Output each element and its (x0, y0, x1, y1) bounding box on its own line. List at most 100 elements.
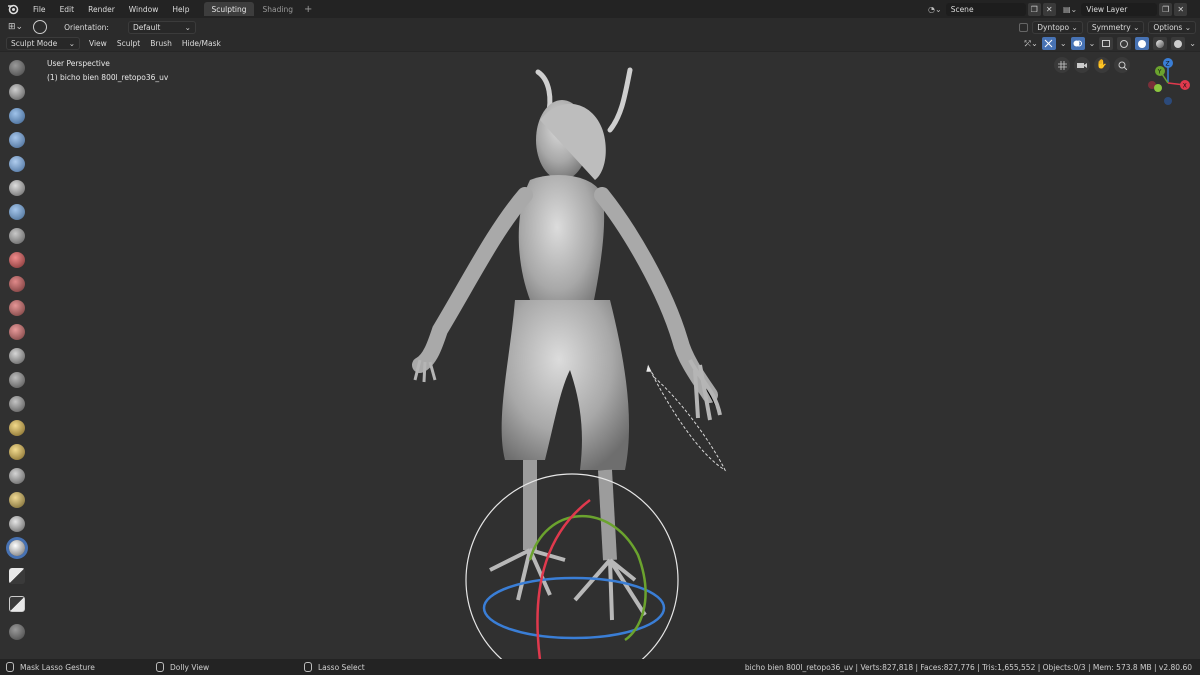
clay-strips-brush-icon[interactable] (9, 108, 25, 124)
nudge-brush-icon[interactable] (9, 420, 25, 436)
blob-brush-icon[interactable] (9, 180, 25, 196)
chevron-down-icon: ⌄ (68, 39, 75, 48)
view-layer-field[interactable]: View Layer (1081, 2, 1158, 16)
orientation-value: Default (132, 22, 161, 32)
add-workspace-button[interactable]: + (304, 4, 312, 15)
scene-statistics: bicho bien 800l_retopo36_uv | Verts:827,… (744, 662, 1192, 672)
shading-wireframe-icon[interactable] (1117, 37, 1132, 50)
flatten-brush-icon[interactable] (9, 252, 25, 268)
editor-type-icon[interactable]: ⊞⌄ (8, 22, 23, 32)
new-scene-icon[interactable]: ❐ (1027, 2, 1041, 16)
simplify-brush-icon[interactable] (9, 492, 25, 508)
delete-scene-icon[interactable]: ✕ (1042, 2, 1056, 16)
dyntopo-dropdown[interactable]: Dyntopo ⌄ (1032, 20, 1083, 34)
mouse-right-icon (304, 662, 312, 672)
menu-hide-mask[interactable]: Hide/Mask (177, 39, 226, 48)
orientation-dropdown[interactable]: Default ⌄ (127, 20, 196, 34)
status-right-text: Lasso Select (318, 662, 365, 672)
delete-view-layer-icon[interactable]: ✕ (1174, 2, 1188, 16)
grid-icon[interactable] (1054, 57, 1070, 73)
scrape-brush-icon[interactable] (9, 300, 25, 316)
options-label: Options (1153, 22, 1183, 32)
dyntopo-checkbox[interactable] (1019, 22, 1029, 32)
gizmo-y-label: Y (1157, 69, 1162, 76)
layer-brush-icon[interactable] (9, 132, 25, 148)
orientation-label: Orientation: (64, 22, 109, 32)
fill-brush-icon[interactable] (9, 276, 25, 292)
chevron-down-icon[interactable]: ⌄ (1189, 39, 1196, 48)
gizmo-x-label: X (1183, 83, 1187, 90)
hand-pan-icon[interactable]: ✋ (1094, 57, 1110, 73)
status-left-text: Mask Lasso Gesture (20, 662, 95, 672)
chevron-down-icon[interactable]: ⌄ (1089, 39, 1096, 48)
rotate-brush-icon[interactable] (9, 444, 25, 460)
new-view-layer-icon[interactable]: ❐ (1159, 2, 1173, 16)
shading-rendered-icon[interactable] (1171, 37, 1186, 50)
menu-window[interactable]: Window (122, 5, 166, 14)
menu-file[interactable]: File (26, 5, 53, 14)
shading-material-icon[interactable] (1153, 37, 1168, 50)
selectability-icon[interactable]: ⤱⌄ (1025, 39, 1038, 49)
chevron-down-icon[interactable]: ⌄ (1060, 39, 1067, 48)
pinch-brush-icon[interactable] (9, 324, 25, 340)
snake-hook-brush-icon[interactable] (9, 372, 25, 388)
zoom-icon[interactable] (1114, 57, 1130, 73)
sculpt-toolbar (2, 56, 32, 656)
xray-toggle-icon[interactable] (1099, 37, 1114, 50)
view-gizmo[interactable]: Z X Y (1138, 55, 1198, 115)
tab-sculpting[interactable]: Sculpting (204, 2, 254, 16)
status-middle-text: Dolly View (170, 662, 210, 672)
menu-edit[interactable]: Edit (53, 5, 82, 14)
dyntopo-label: Dyntopo (1037, 22, 1070, 32)
status-lasso-select: Lasso Select (304, 662, 365, 672)
lasso-mask-tool-icon[interactable] (9, 540, 25, 556)
viewport-navigation: ✋ (1054, 57, 1130, 73)
gizmo-toggle-icon[interactable] (1041, 37, 1056, 50)
mouse-left-icon (6, 662, 14, 672)
blender-logo-icon[interactable] (6, 2, 20, 16)
menu-help[interactable]: Help (165, 5, 196, 14)
scene-selector: ◔⌄ Scene ❐ ✕ (928, 2, 1056, 16)
menu-view[interactable]: View (84, 39, 112, 48)
smooth-brush-icon[interactable] (9, 228, 25, 244)
view-layer-icon[interactable]: ▤⌄ (1063, 5, 1077, 14)
box-mask-tool-icon[interactable] (9, 516, 25, 532)
menu-brush[interactable]: Brush (145, 39, 177, 48)
tool-settings-header: ⊞⌄ Orientation: Default ⌄ Dyntopo ⌄ Symm… (0, 18, 1200, 36)
gizmo-neg-z-axis[interactable] (1164, 97, 1172, 105)
symmetry-label: Symmetry (1091, 22, 1131, 32)
box-hide-tool-icon[interactable] (9, 568, 25, 584)
transform-pivot-icon[interactable] (33, 20, 48, 34)
sculpt-mode-label: Sculpt Mode (11, 39, 58, 48)
crease-brush-icon[interactable] (9, 204, 25, 220)
options-dropdown[interactable]: Options ⌄ (1148, 20, 1196, 34)
view-layer-selector: ▤⌄ View Layer ❐ ✕ (1063, 2, 1188, 16)
grab-brush-icon[interactable] (9, 348, 25, 364)
mode-dropdown[interactable]: Sculpt Mode ⌄ (6, 37, 80, 50)
thumb-brush-icon[interactable] (9, 396, 25, 412)
status-bar: Mask Lasso Gesture Dolly View Lasso Sele… (0, 659, 1200, 675)
scene-name-field[interactable]: Scene (945, 2, 1026, 16)
mouse-middle-icon (156, 662, 164, 672)
menu-render[interactable]: Render (81, 5, 122, 14)
inflate-brush-icon[interactable] (9, 156, 25, 172)
shading-solid-icon[interactable] (1135, 37, 1150, 50)
mask-brush-icon[interactable] (9, 468, 25, 484)
viewport-header: Sculpt Mode ⌄ View Sculpt Brush Hide/Mas… (0, 36, 1200, 52)
symmetry-dropdown[interactable]: Symmetry ⌄ (1086, 20, 1145, 34)
status-mask-lasso: Mask Lasso Gesture (6, 662, 95, 672)
overlays-toggle-icon[interactable] (1070, 37, 1085, 50)
gizmo-z-label: Z (1166, 61, 1170, 68)
gizmo-neg-y-axis[interactable] (1154, 84, 1162, 92)
annotate-tool-icon[interactable] (9, 624, 25, 640)
status-dolly-view: Dolly View (156, 662, 209, 672)
menu-sculpt[interactable]: Sculpt (112, 39, 145, 48)
tab-shading[interactable]: Shading (256, 2, 300, 16)
clay-brush-icon[interactable] (9, 84, 25, 100)
sculpt-model[interactable] (380, 60, 800, 660)
viewport-object-label: (1) bicho bien 800l_retopo36_uv (47, 73, 169, 82)
draw-brush-icon[interactable] (9, 60, 25, 76)
scene-icon[interactable]: ◔⌄ (928, 5, 942, 14)
transform-tool-icon[interactable] (9, 596, 25, 612)
camera-icon[interactable] (1074, 57, 1090, 73)
